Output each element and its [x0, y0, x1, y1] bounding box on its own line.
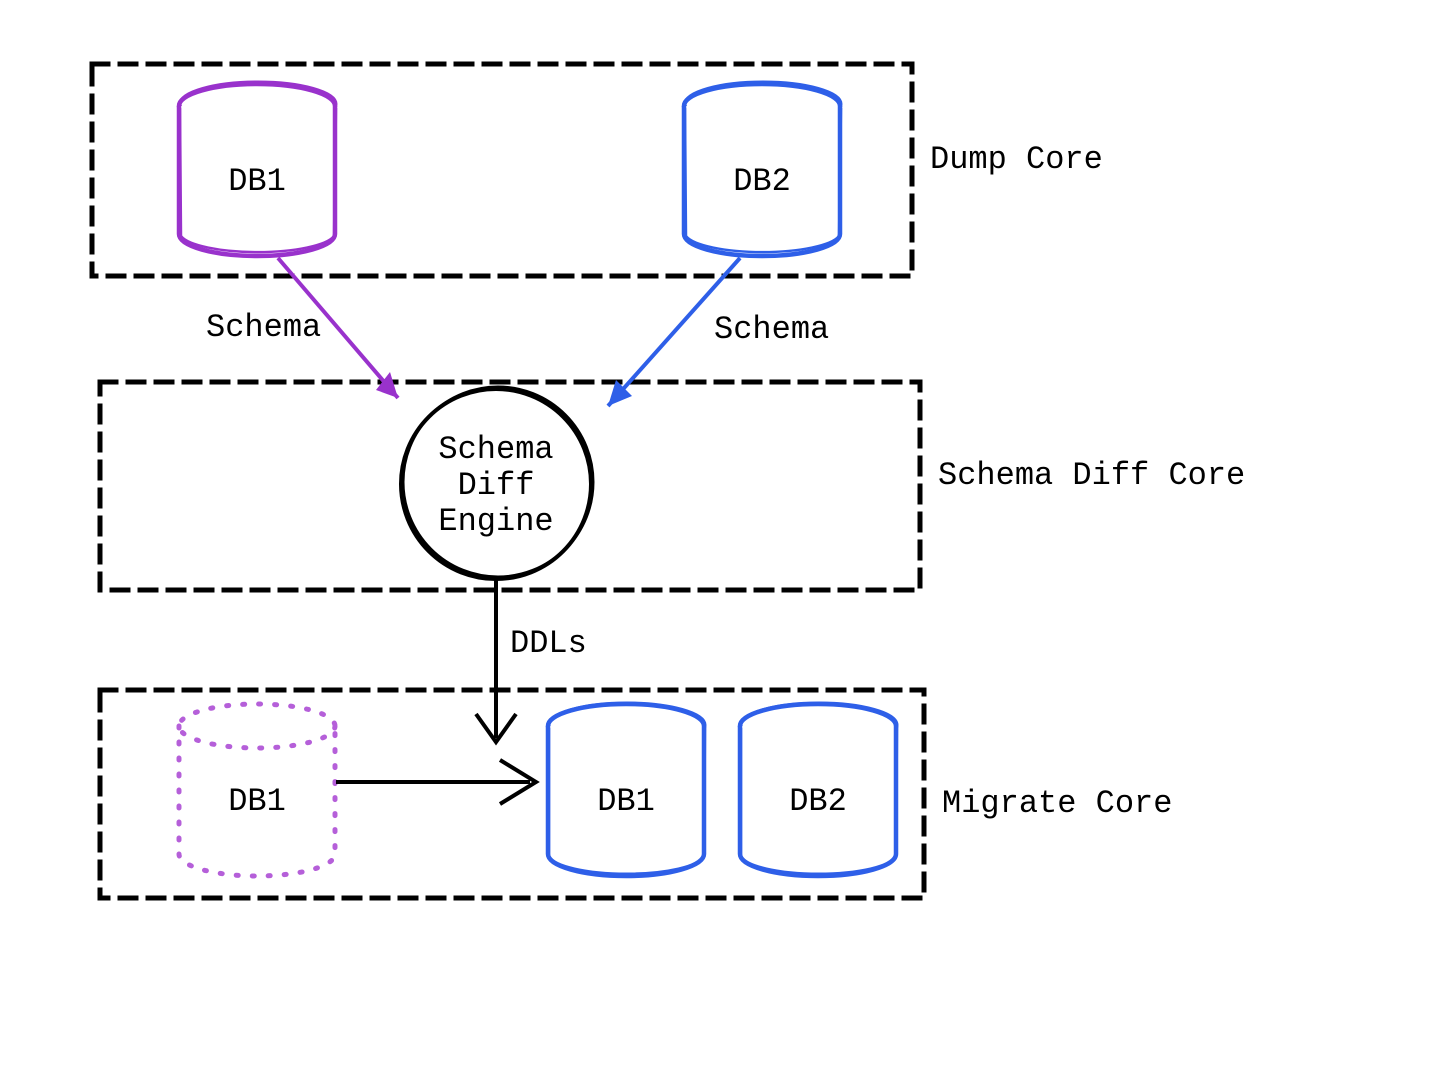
db1-migrated-cylinder: DB1 [548, 703, 705, 876]
engine-label-line2: Diff [458, 467, 535, 504]
schema-diff-core-box: Schema Diff Core [100, 382, 1245, 590]
diagram-canvas: Dump Core DB1 DB2 Schema Diff Core Schem… [0, 0, 1432, 1074]
arrow-db2-schema-label: Schema [714, 311, 829, 348]
schema-diff-core-label: Schema Diff Core [938, 457, 1245, 494]
arrow-db1-schema-label: Schema [206, 309, 321, 346]
db1-migrated-label: DB1 [597, 783, 655, 820]
db2-source-cylinder: DB2 [684, 82, 841, 256]
migrate-core-label: Migrate Core [942, 785, 1172, 822]
db1-ghost-cylinder: DB1 [179, 704, 335, 876]
db1-ghost-label: DB1 [228, 783, 286, 820]
arrow-db1-schema: Schema [206, 258, 398, 398]
db1-source-cylinder: DB1 [179, 82, 336, 256]
schema-diff-engine-node: Schema Diff Engine [401, 387, 593, 579]
arrow-ddls-label: DDLs [510, 625, 587, 662]
arrow-migrate [336, 760, 536, 804]
db2-migrated-cylinder: DB2 [740, 703, 897, 876]
engine-label-line3: Engine [438, 503, 553, 540]
dump-core-label: Dump Core [930, 141, 1103, 178]
db2-migrated-label: DB2 [789, 783, 847, 820]
db1-source-label: DB1 [228, 163, 286, 200]
engine-label-line1: Schema [438, 431, 553, 468]
db2-source-label: DB2 [733, 163, 791, 200]
